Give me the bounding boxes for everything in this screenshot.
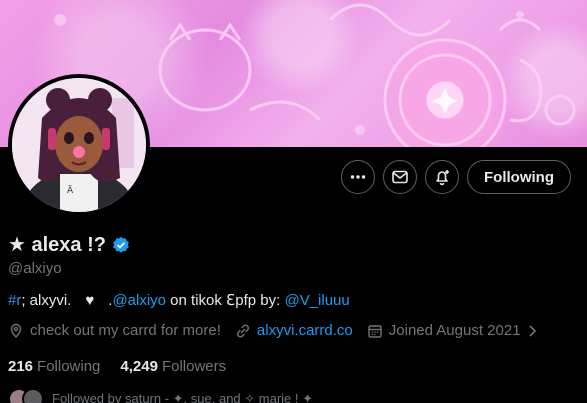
bio-text-pfp: pfp by: bbox=[235, 292, 285, 309]
notifications-button[interactable] bbox=[425, 160, 460, 194]
mention-link-viluuu[interactable]: @V_iluuu bbox=[284, 292, 349, 309]
message-button[interactable] bbox=[383, 160, 418, 194]
joined-date: Joined August 2021 bbox=[388, 322, 521, 339]
mention-link-alxiyo[interactable]: @alxiyo bbox=[112, 292, 166, 309]
profile-actions: Following bbox=[341, 160, 571, 194]
avatar[interactable]: Ä bbox=[12, 78, 146, 212]
heart-icon: ♥ bbox=[85, 292, 95, 309]
bio-symbol: ℇ bbox=[226, 292, 236, 309]
hashtag-link[interactable]: #r bbox=[8, 292, 21, 309]
bell-plus-icon bbox=[436, 170, 450, 186]
following-stat[interactable]: 216 Following bbox=[8, 358, 100, 375]
following-count: 216 bbox=[8, 358, 34, 375]
svg-text:Ä: Ä bbox=[67, 185, 74, 196]
following-label: Following bbox=[37, 358, 101, 375]
calendar-icon bbox=[368, 324, 382, 338]
chevron-right-icon[interactable] bbox=[527, 324, 539, 338]
bio-text-tiktok: on tikok bbox=[166, 292, 227, 309]
followers-stat[interactable]: 4,249 Followers bbox=[120, 358, 226, 375]
profile-meta: check out my carrd for more! alxyvi.carr… bbox=[8, 322, 553, 339]
joined-item: Joined August 2021 bbox=[367, 322, 539, 339]
bio-text: ; alxyvi. bbox=[21, 292, 72, 309]
verified-badge-icon[interactable] bbox=[112, 236, 130, 254]
location-item: check out my carrd for more! bbox=[8, 322, 221, 339]
envelope-icon bbox=[392, 170, 408, 184]
followers-label: Followers bbox=[161, 358, 227, 375]
following-button[interactable]: Following bbox=[467, 160, 571, 194]
followed-by-avatars bbox=[8, 388, 44, 403]
more-button[interactable] bbox=[341, 160, 376, 194]
avatar-illustration: Ä bbox=[12, 78, 146, 212]
follower-avatar bbox=[22, 388, 44, 403]
website-item: alxyvi.carrd.co bbox=[235, 322, 353, 339]
avatar-frame[interactable]: Ä bbox=[8, 74, 150, 216]
followed-by[interactable]: Followed by saturn - ✦, sue, and ✧ marie… bbox=[8, 388, 313, 403]
profile-bio: #r; alxyvi. ♥ .@alxiyo on tikok ℇpfp by: @… bbox=[8, 291, 350, 309]
follow-stats: 216 Following 4,249 Followers bbox=[8, 358, 226, 375]
website-link[interactable]: alxyvi.carrd.co bbox=[257, 322, 353, 339]
link-icon bbox=[236, 323, 249, 338]
location-pin-icon bbox=[10, 323, 22, 338]
followers-count: 4,249 bbox=[120, 358, 158, 375]
more-icon bbox=[350, 175, 366, 179]
display-name: ★ alexa !? bbox=[8, 234, 106, 256]
followed-by-text: Followed by saturn - ✦, sue, and ✧ marie… bbox=[52, 391, 314, 403]
username: @alxiyo bbox=[8, 260, 62, 277]
display-name-row: ★ alexa !? bbox=[8, 232, 130, 257]
location-text: check out my carrd for more! bbox=[30, 322, 221, 339]
